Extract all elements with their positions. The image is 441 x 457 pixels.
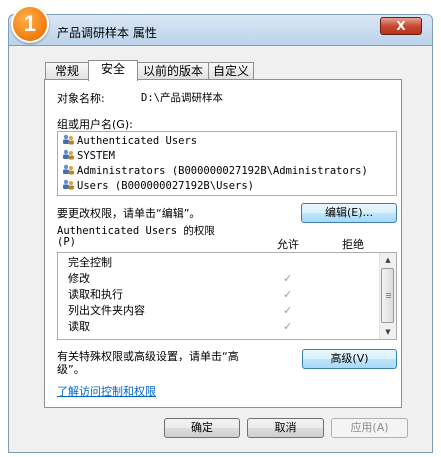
users-icon [62,179,75,190]
permission-name: 读取和执行 [68,288,123,301]
user-name: Authenticated Users [77,135,198,147]
permissions-scrollbar[interactable]: ▲ ▼ [379,253,396,339]
ok-button[interactable]: 确定 [164,418,240,438]
cancel-button[interactable]: 取消 [247,418,324,438]
close-button[interactable]: X [380,17,422,35]
users-icon [62,149,75,160]
tab-security[interactable]: 安全 [88,60,138,81]
permission-name: 列出文件夹内容 [68,304,145,317]
permissions-list[interactable]: 完全控制 修改 ✓ 读取和执行 ✓ 列出文件夹内容 ✓ 读取 ✓ ▲ ▼ [57,252,397,340]
advanced-hint-cont: 级”。 [57,363,85,376]
list-item[interactable]: Users (B000000027192B\Users) [62,179,254,194]
apply-button[interactable]: 应用(A) [331,418,408,438]
user-name: Users (B000000027192B\Users) [77,180,255,192]
permission-row: 列出文件夹内容 ✓ [68,303,368,319]
object-name-label: 对象名称: [57,92,105,105]
step-badge: 1 [11,5,49,43]
permission-name: 完全控制 [68,256,112,269]
window-title: 产品调研样本 属性 [57,26,157,40]
advanced-button[interactable]: 高级(V) [302,349,397,369]
title-bar: 产品调研样本 属性 X [8,14,433,46]
permission-row: 读取 ✓ [68,319,368,335]
allow-header: 允许 [277,238,299,251]
access-control-help-link[interactable]: 了解访问控制和权限 [57,383,156,399]
allow-check-icon: ✓ [283,288,293,301]
scroll-up-icon[interactable]: ▲ [380,253,396,267]
tab-customize[interactable]: 自定义 [208,62,254,79]
tab-previous-versions[interactable]: 以前的版本 [137,62,209,79]
user-name: SYSTEM [77,150,115,162]
permission-name: 修改 [68,272,90,285]
scroll-down-icon[interactable]: ▼ [380,325,396,339]
list-item[interactable]: SYSTEM [62,149,115,164]
permissions-title: Authenticated Users 的权限 [57,225,215,237]
permissions-title-shortcut: (P) [57,236,76,248]
users-icon [62,134,75,145]
edit-button[interactable]: 编辑(E)... [301,203,397,223]
permission-row: 修改 ✓ [68,271,368,287]
allow-check-icon: ✓ [283,272,293,285]
edit-hint: 要更改权限，请单击“编辑”。 [57,207,201,220]
permission-row: 完全控制 [68,255,368,271]
user-list[interactable]: Authenticated Users SYSTEM Administrator… [57,131,397,196]
group-label: 组或用户名(G): [57,118,133,131]
allow-check-icon: ✓ [283,304,293,317]
permission-row: 读取和执行 ✓ [68,287,368,303]
scroll-thumb[interactable] [381,268,394,323]
users-icon [62,164,75,175]
list-item[interactable]: Administrators (B000000027192B\Administr… [62,164,368,179]
deny-header: 拒绝 [342,238,364,251]
tab-general[interactable]: 常规 [45,62,89,79]
object-name-value: D:\产品调研样本 [141,92,223,104]
permission-name: 读取 [68,320,90,333]
user-name: Administrators (B000000027192B\Administr… [77,165,368,177]
list-item[interactable]: Authenticated Users [62,134,197,149]
allow-check-icon: ✓ [283,320,293,333]
